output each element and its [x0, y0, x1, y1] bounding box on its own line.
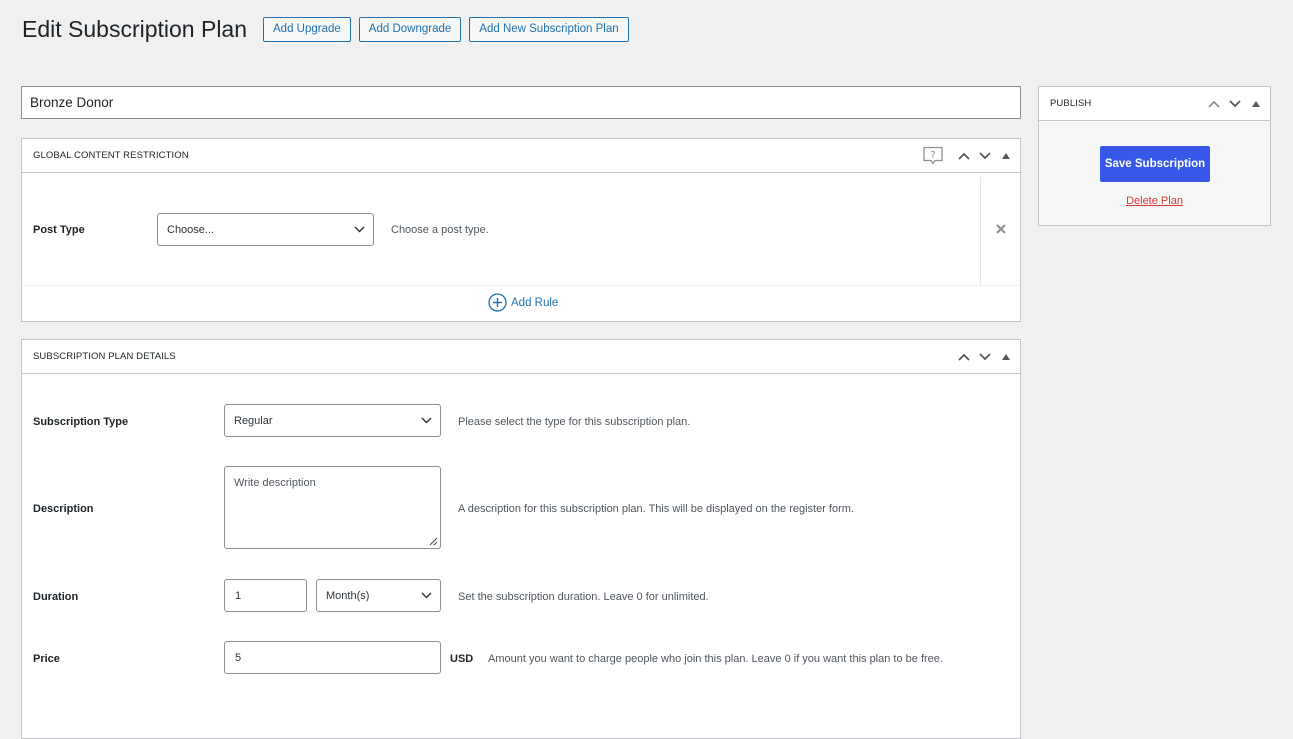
add-rule-button[interactable]: Add Rule — [488, 293, 558, 312]
toggle-panel-icon[interactable] — [995, 146, 1016, 167]
post-type-label: Post Type — [33, 224, 85, 236]
move-up-icon[interactable] — [1203, 94, 1224, 115]
remove-rule-icon[interactable] — [996, 221, 1006, 239]
duration-unit-select-value: Month(s) — [326, 589, 370, 602]
panel-header: PUBLISH — [1039, 87, 1270, 121]
move-up-icon[interactable] — [953, 347, 974, 368]
panel-header: GLOBAL CONTENT RESTRICTION ? — [22, 139, 1020, 173]
subscription-type-label: Subscription Type — [33, 416, 129, 428]
publish-body: Save Subscription Delete Plan — [1039, 121, 1270, 225]
chevron-down-icon — [421, 592, 432, 598]
description-placeholder: Write description — [234, 477, 316, 489]
post-type-help: Choose a post type. — [391, 224, 489, 236]
move-up-icon[interactable] — [953, 146, 974, 167]
divider — [980, 177, 981, 284]
panel-title: GLOBAL CONTENT RESTRICTION — [33, 150, 189, 161]
post-type-select[interactable]: Choose... — [157, 213, 374, 246]
description-help: A description for this subscription plan… — [458, 503, 854, 515]
subscription-plan-details-panel: SUBSCRIPTION PLAN DETAILS Subscription T… — [21, 339, 1021, 739]
add-rule-label: Add Rule — [511, 296, 559, 309]
post-type-select-value: Choose... — [167, 223, 215, 236]
move-down-icon[interactable] — [974, 347, 995, 368]
plus-circle-icon — [488, 293, 507, 312]
price-input[interactable]: 5 — [224, 641, 441, 674]
panel-handle-actions — [953, 340, 1016, 374]
save-subscription-button[interactable]: Save Subscription — [1100, 146, 1210, 182]
move-down-icon[interactable] — [974, 146, 995, 167]
subscription-type-select-value: Regular — [234, 414, 273, 427]
description-textarea[interactable]: Write description — [224, 466, 441, 549]
toggle-panel-icon[interactable] — [1245, 94, 1266, 115]
page-header: Edit Subscription Plan Add Upgrade Add D… — [22, 14, 629, 44]
page-title: Edit Subscription Plan — [22, 16, 248, 42]
price-help: Amount you want to charge people who joi… — [488, 653, 943, 665]
plan-title-input[interactable]: Bronze Donor — [21, 86, 1021, 119]
subscription-type-select[interactable]: Regular — [224, 404, 441, 437]
panel-handle-actions — [953, 139, 1016, 173]
panel-title: SUBSCRIPTION PLAN DETAILS — [33, 351, 176, 362]
add-upgrade-button[interactable]: Add Upgrade — [263, 16, 351, 42]
delete-plan-link[interactable]: Delete Plan — [1039, 195, 1270, 207]
duration-help: Set the subscription duration. Leave 0 f… — [458, 591, 709, 603]
help-icon[interactable]: ? — [922, 146, 944, 167]
add-downgrade-button[interactable]: Add Downgrade — [358, 16, 462, 42]
publish-panel: PUBLISH Save Subscription Delete Plan — [1038, 86, 1271, 226]
duration-unit-select[interactable]: Month(s) — [316, 579, 441, 612]
duration-input[interactable]: 1 — [224, 579, 307, 612]
chevron-down-icon — [354, 226, 365, 232]
toggle-panel-icon[interactable] — [995, 347, 1016, 368]
duration-label: Duration — [33, 591, 79, 603]
subscription-type-help: Please select the type for this subscrip… — [458, 416, 691, 428]
add-new-subscription-plan-button[interactable]: Add New Subscription Plan — [469, 16, 629, 42]
panel-handle-actions — [1203, 87, 1266, 121]
global-content-restriction-panel: GLOBAL CONTENT RESTRICTION ? Post Type C… — [21, 138, 1021, 322]
svg-text:?: ? — [930, 150, 935, 161]
resize-handle-icon[interactable] — [429, 537, 438, 546]
price-label: Price — [33, 653, 60, 665]
chevron-down-icon — [421, 417, 432, 423]
panel-header: SUBSCRIPTION PLAN DETAILS — [22, 340, 1020, 374]
currency-label: USD — [450, 653, 474, 665]
description-label: Description — [33, 503, 94, 515]
restriction-rule-row: Post Type Choose... Choose a post type. — [22, 173, 1020, 286]
move-down-icon[interactable] — [1224, 94, 1245, 115]
panel-title: PUBLISH — [1050, 98, 1092, 109]
